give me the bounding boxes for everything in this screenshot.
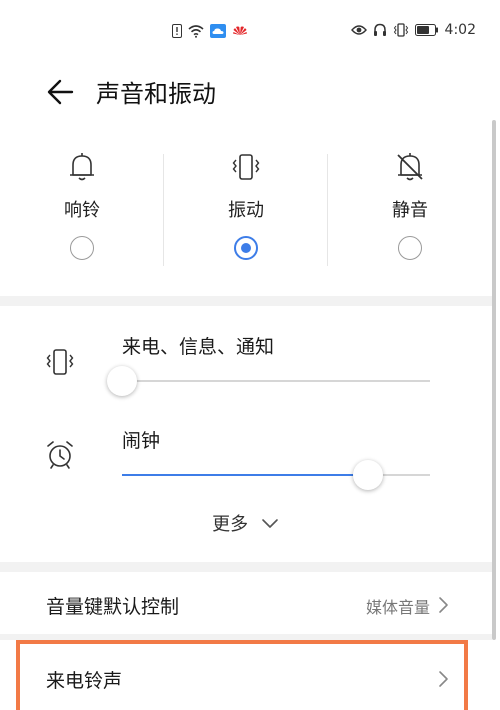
- highlight-box: [16, 640, 468, 710]
- huawei-logo-icon: [233, 26, 247, 35]
- mode-silent[interactable]: 静音: [328, 140, 492, 290]
- vibrate-icon: [46, 349, 74, 375]
- mode-silent-label: 静音: [392, 200, 428, 221]
- bell-off-icon: [397, 153, 423, 181]
- section-divider: [0, 296, 492, 306]
- volume-alarm-slider[interactable]: [122, 460, 430, 490]
- volume-row-alarm: 闹钟: [0, 406, 492, 506]
- slider-thumb[interactable]: [353, 460, 384, 490]
- sim-alert-icon: [172, 24, 182, 38]
- vibrate-icon: [393, 23, 408, 37]
- app-bar: 声音和振动: [0, 62, 500, 122]
- page-title: 声音和振动: [96, 80, 216, 108]
- back-arrow-icon[interactable]: [40, 72, 80, 112]
- mode-vibrate[interactable]: 振动: [164, 140, 328, 290]
- more-label: 更多: [212, 514, 249, 535]
- sound-mode-selector: 响铃 振动 静音: [0, 140, 492, 290]
- battery-icon: [414, 24, 438, 36]
- mode-ring[interactable]: 响铃: [0, 140, 164, 290]
- volume-alarm-label: 闹钟: [122, 430, 161, 452]
- status-time: 4:02: [444, 22, 476, 38]
- status-right-icons: 4:02: [350, 22, 476, 38]
- eye-icon: [350, 25, 367, 35]
- mode-ring-radio[interactable]: [70, 236, 94, 260]
- section-divider: [0, 562, 492, 572]
- status-bar: 4:02: [0, 0, 500, 62]
- volume-key-default-value: 媒体音量: [365, 598, 430, 617]
- volume-notifications-label: 来电、信息、通知: [122, 336, 275, 358]
- vibrate-icon: [232, 154, 260, 180]
- slider-track: [122, 380, 430, 382]
- scrollbar[interactable]: [492, 120, 496, 640]
- volume-key-default-label: 音量键默认控制: [46, 596, 180, 618]
- more-button[interactable]: 更多: [0, 510, 492, 536]
- volume-key-default-row[interactable]: 音量键默认控制 媒体音量: [0, 574, 492, 634]
- cloud-icon: [210, 24, 226, 38]
- mode-silent-radio[interactable]: [398, 236, 422, 260]
- wifi-icon: [188, 24, 204, 38]
- mode-vibrate-label: 振动: [228, 200, 264, 221]
- volume-row-notifications: 来电、信息、通知: [0, 306, 492, 406]
- bell-icon: [70, 153, 94, 181]
- status-left-icons: [172, 24, 248, 38]
- slider-thumb[interactable]: [107, 366, 137, 396]
- headset-icon: [373, 23, 386, 36]
- chevron-right-icon: [439, 597, 448, 613]
- volume-notifications-slider[interactable]: [107, 366, 430, 396]
- mode-ring-label: 响铃: [64, 200, 100, 221]
- slider-fill: [122, 474, 369, 476]
- chevron-down-icon: [262, 519, 278, 528]
- alarm-clock-icon: [47, 441, 73, 469]
- mode-vibrate-radio[interactable]: [234, 236, 258, 260]
